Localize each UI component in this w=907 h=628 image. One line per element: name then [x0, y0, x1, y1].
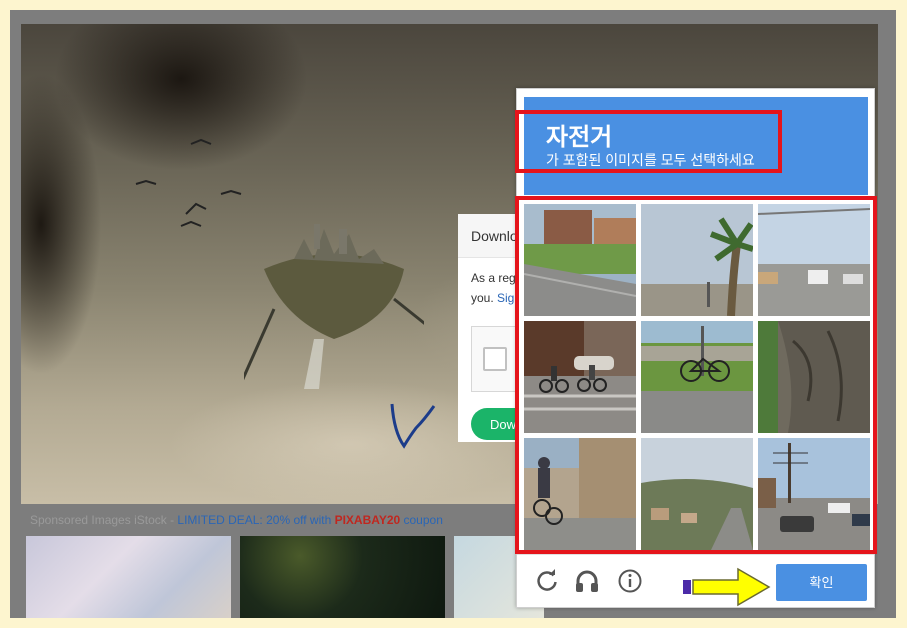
birds-illustration	[135, 138, 242, 227]
info-icon[interactable]	[616, 567, 644, 595]
headphones-icon[interactable]	[573, 567, 601, 595]
verify-button[interactable]: 확인	[776, 564, 867, 601]
coupon-code[interactable]: PIXABAY20	[335, 513, 401, 527]
pointer-arrow-icon	[683, 567, 771, 607]
sponsored-thumbnail[interactable]	[240, 536, 445, 618]
download-text-prefix: you.	[471, 291, 498, 305]
reload-icon[interactable]	[533, 567, 561, 595]
floating-castle-illustration	[244, 224, 424, 389]
sponsored-thumbnail[interactable]	[26, 536, 231, 618]
hand-drawn-scribble	[390, 403, 436, 449]
header-highlight-box	[515, 110, 782, 173]
recaptcha-checkbox[interactable]	[483, 347, 507, 371]
sponsored-bar: Sponsored Images iStock - LIMITED DEAL: …	[30, 513, 443, 527]
sponsored-prefix: Sponsored Images iStock -	[30, 513, 178, 527]
coupon-suffix[interactable]: coupon	[400, 513, 443, 527]
deal-link[interactable]: LIMITED DEAL: 20% off with	[177, 513, 334, 527]
grid-highlight-box	[515, 196, 877, 554]
sign-in-link[interactable]: Sig	[497, 291, 514, 305]
